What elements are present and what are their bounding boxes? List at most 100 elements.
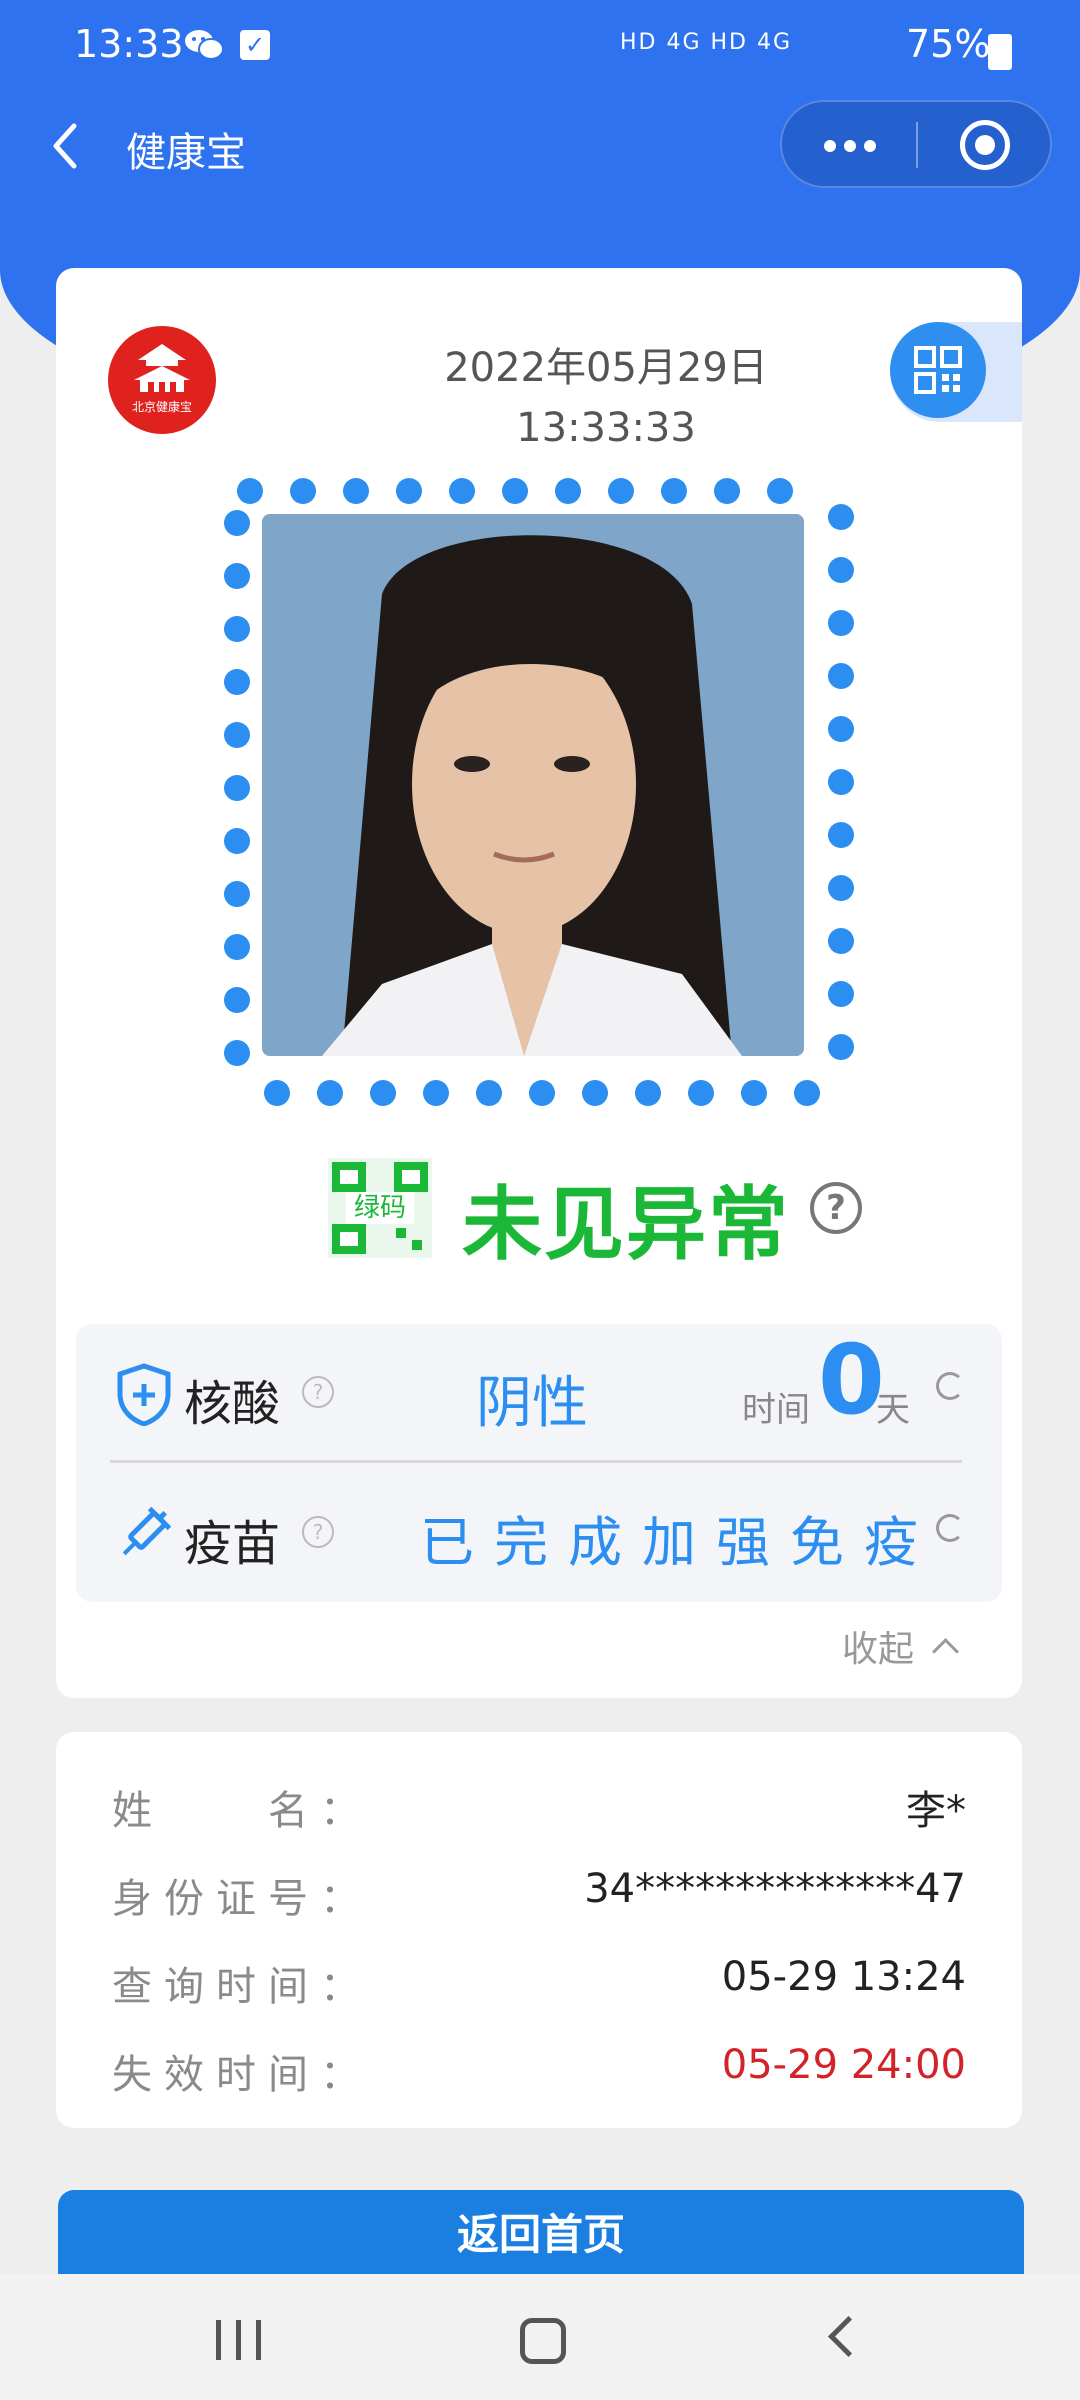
recent-apps-icon[interactable] — [216, 2320, 262, 2360]
frame-dot — [794, 1080, 820, 1106]
frame-dot — [237, 478, 263, 504]
frame-dot — [224, 828, 250, 854]
current-date: 2022年05月29日 — [444, 345, 768, 391]
frame-dot — [828, 1034, 854, 1060]
id-value: 34**************47 — [584, 1866, 966, 1912]
vaccine-row: 疫苗 ? 已完成加强免疫 — [76, 1464, 1002, 1600]
frame-dot — [224, 563, 250, 589]
frame-dot — [828, 663, 854, 689]
status-bar: 13:33 ✓ HD 4G HD 4G 75% — [0, 0, 1080, 96]
frame-dot — [224, 934, 250, 960]
days-unit: 天 — [876, 1390, 910, 1430]
query-time-row: 查询时间： 05-29 13:24 — [112, 1954, 966, 2014]
status-time: 13:33 — [74, 22, 184, 66]
expire-time-value: 05-29 24:00 — [721, 2042, 966, 2088]
frame-dot — [828, 504, 854, 530]
collapse-link[interactable]: 收起 — [842, 1620, 914, 1672]
id-label: 身份证号： — [112, 1876, 372, 1922]
frame-dot — [635, 1080, 661, 1106]
system-nav-bar — [0, 2274, 1080, 2400]
refresh-icon[interactable] — [936, 1514, 964, 1542]
network-indicator: HD 4G HD 4G — [620, 30, 793, 55]
name-row: 姓 名： 李* — [112, 1778, 966, 1838]
days-count: 0 — [818, 1324, 885, 1436]
chevron-up-icon[interactable] — [932, 1638, 959, 1665]
status-help-icon[interactable]: ? — [810, 1182, 862, 1234]
frame-dot — [555, 478, 581, 504]
current-time: 13:33:33 — [516, 405, 696, 451]
green-code-label: 绿码 — [346, 1192, 414, 1224]
nav-back-icon[interactable] — [827, 2315, 870, 2358]
frame-dot — [828, 769, 854, 795]
frame-dot — [290, 478, 316, 504]
frame-dot — [828, 610, 854, 636]
test-vaccine-panel: 核酸 ? 阴性 时间 0 天 疫苗 ? 已完成加强免疫 — [76, 1324, 1002, 1602]
back-arrow-icon[interactable] — [44, 118, 92, 174]
health-status-text: 未见异常 — [462, 1178, 790, 1271]
time-label: 时间 — [742, 1390, 810, 1430]
qr-code-button[interactable] — [890, 322, 1022, 422]
battery-icon — [988, 34, 1012, 70]
query-time-label: 查询时间： — [112, 1964, 372, 2010]
frame-dot — [828, 928, 854, 954]
frame-dot — [714, 478, 740, 504]
nucleic-help-icon[interactable]: ? — [302, 1376, 334, 1408]
personal-info-card: 姓 名： 李* 身份证号： 34**************47 查询时间： 0… — [56, 1732, 1022, 2128]
user-photo — [262, 514, 804, 1056]
vaccine-label: 疫苗 — [184, 1516, 281, 1572]
id-row: 身份证号： 34**************47 — [112, 1866, 966, 1926]
frame-dot — [224, 881, 250, 907]
frame-dot — [476, 1080, 502, 1106]
frame-dot — [343, 478, 369, 504]
frame-dot — [224, 775, 250, 801]
frame-dot — [423, 1080, 449, 1106]
logo-text: 北京健康宝 — [131, 400, 192, 414]
more-icon[interactable] — [782, 102, 916, 186]
expire-time-row: 失效时间： 05-29 24:00 — [112, 2042, 966, 2102]
frame-dot — [224, 616, 250, 642]
current-datetime: 2022年05月29日 13:33:33 — [316, 338, 896, 458]
frame-dot — [529, 1080, 555, 1106]
divider — [110, 1460, 962, 1463]
refresh-icon[interactable] — [936, 1372, 964, 1400]
frame-dot — [582, 1080, 608, 1106]
beijing-health-logo: 北京健康宝 — [108, 326, 216, 434]
nucleic-result: 阴性 — [476, 1371, 588, 1436]
wechat-icon — [185, 30, 224, 60]
nucleic-acid-row: 核酸 ? 阴性 时间 0 天 — [76, 1324, 1002, 1460]
frame-dot — [224, 1040, 250, 1066]
vaccine-help-icon[interactable]: ? — [302, 1516, 334, 1548]
frame-dot — [317, 1080, 343, 1106]
name-value: 李* — [906, 1788, 966, 1834]
frame-dot — [828, 981, 854, 1007]
frame-dot — [224, 722, 250, 748]
home-icon[interactable] — [520, 2318, 566, 2364]
shield-plus-icon — [117, 1363, 171, 1426]
expire-time-label: 失效时间： — [112, 2052, 372, 2098]
query-time-value: 05-29 13:24 — [721, 1954, 966, 2000]
frame-dot — [449, 478, 475, 504]
nucleic-acid-label: 核酸 — [184, 1376, 281, 1432]
capsule-divider — [916, 122, 918, 168]
vaccine-status: 已完成加强免疫 — [420, 1511, 938, 1574]
frame-dot — [264, 1080, 290, 1106]
frame-dot — [502, 478, 528, 504]
frame-dot — [396, 478, 422, 504]
frame-dot — [661, 478, 687, 504]
frame-dot — [828, 875, 854, 901]
frame-dot — [828, 822, 854, 848]
frame-dot — [767, 478, 793, 504]
name-label: 姓 名： — [112, 1788, 372, 1834]
frame-dot — [224, 510, 250, 536]
frame-dot — [741, 1080, 767, 1106]
page-title: 健康宝 — [126, 130, 246, 176]
frame-dot — [828, 716, 854, 742]
green-code-icon: 绿码 — [326, 1156, 434, 1260]
frame-dot — [224, 987, 250, 1013]
battery-percent: 75% — [906, 22, 991, 66]
frame-dot — [224, 669, 250, 695]
nav-bar: 健康宝 — [0, 96, 1080, 200]
checkbox-notification-icon: ✓ — [240, 30, 270, 60]
close-target-icon[interactable] — [960, 120, 1010, 170]
syringe-icon — [122, 1506, 172, 1556]
